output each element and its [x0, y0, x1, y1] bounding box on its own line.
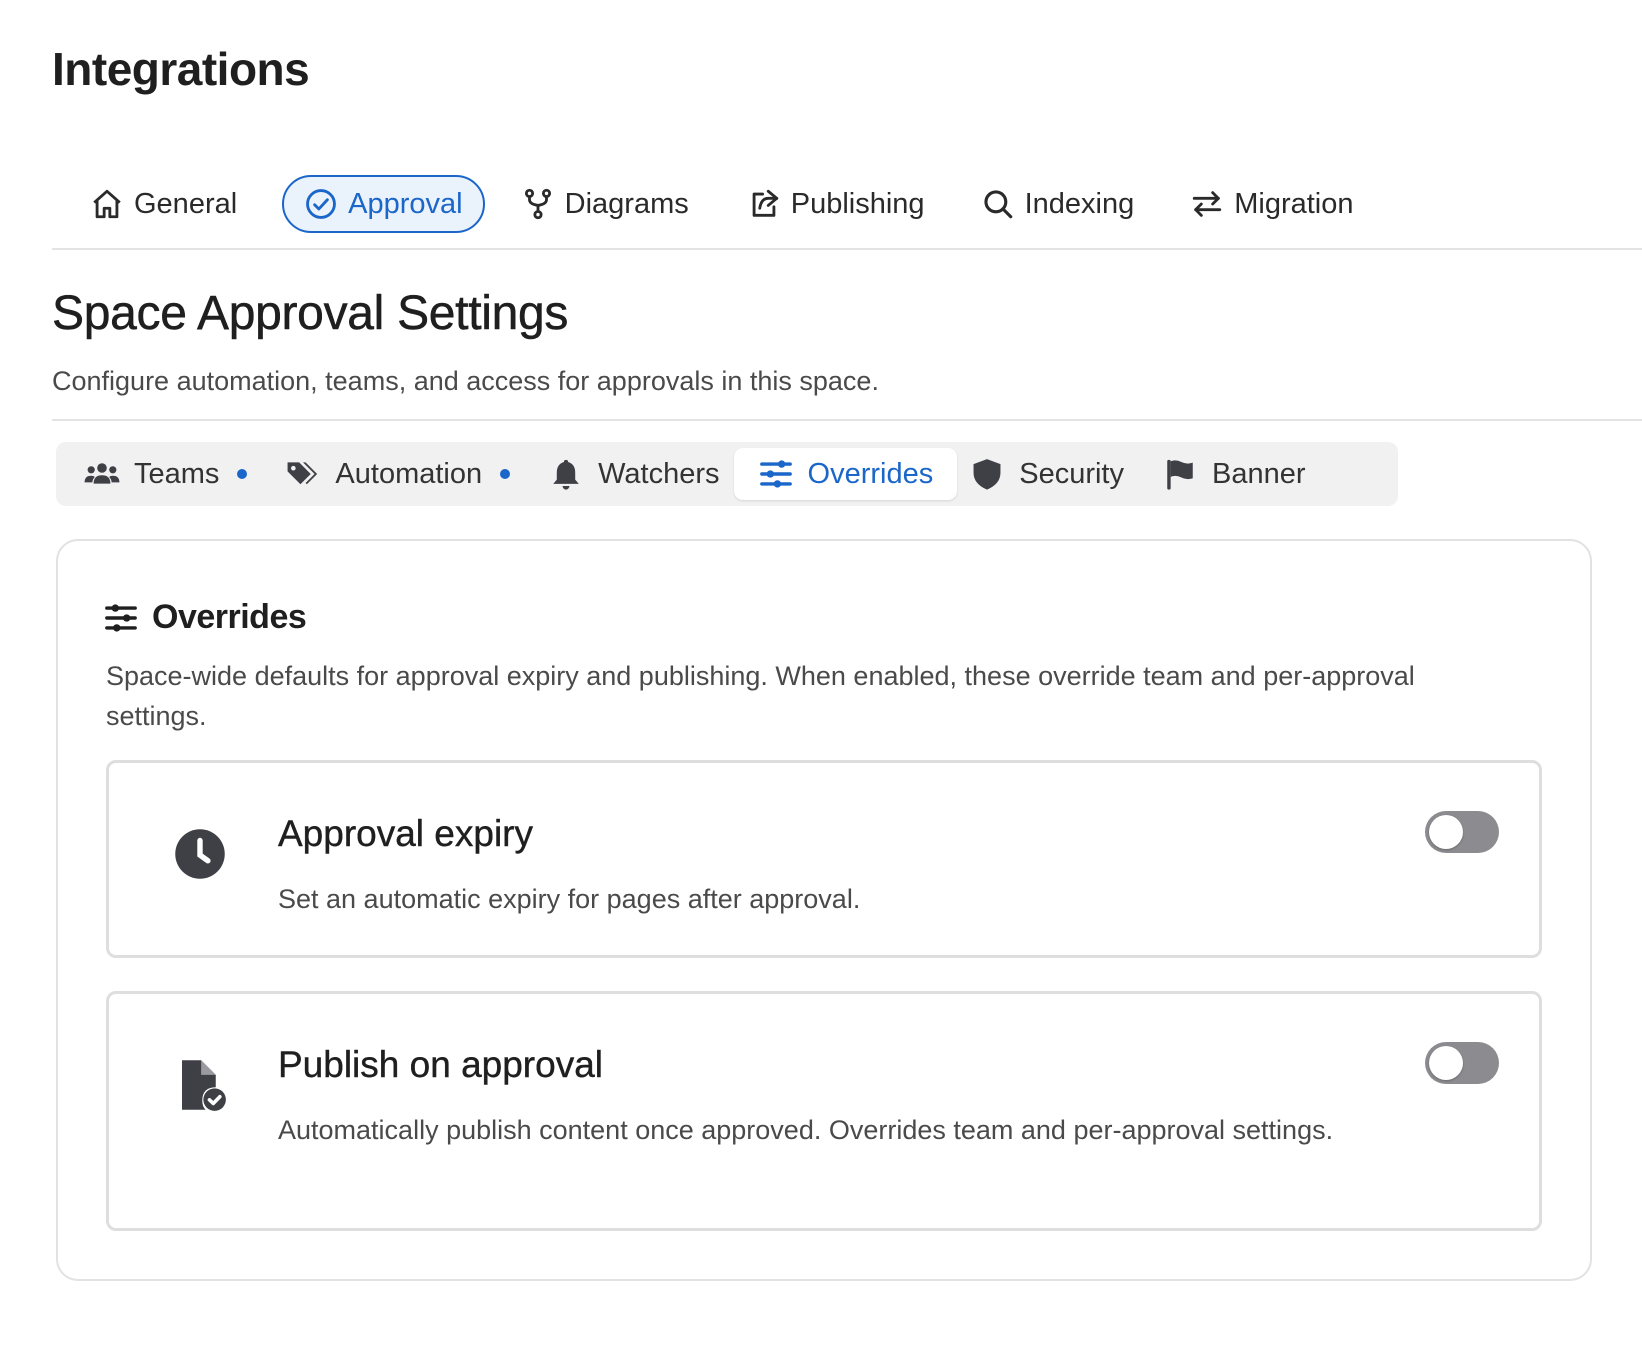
settings-tab-bar: Teams Automation Watchers Overrides Secu…: [56, 442, 1398, 506]
setting-description: Automatically publish content once appro…: [278, 1115, 1334, 1145]
subtab-security[interactable]: Security: [969, 448, 1124, 500]
branch-icon: [524, 188, 551, 220]
tab-general[interactable]: General: [52, 175, 257, 233]
subtab-label: Security: [1019, 457, 1124, 490]
bell-icon: [553, 459, 579, 490]
unsaved-indicator-dot: [500, 469, 511, 479]
subtab-overrides[interactable]: Overrides: [733, 448, 958, 500]
share-icon: [752, 189, 778, 217]
section-title: Space Approval Settings: [52, 287, 569, 341]
subtab-label: Banner: [1212, 457, 1306, 490]
approval-expiry-toggle[interactable]: [1425, 811, 1499, 853]
search-icon: [983, 190, 1012, 219]
swap-arrows-icon: [1193, 191, 1222, 217]
tags-icon: [287, 462, 318, 485]
tab-label: Diagrams: [564, 187, 689, 220]
subtab-label: Watchers: [598, 457, 720, 490]
subtab-watchers[interactable]: Watchers: [548, 448, 720, 500]
subtab-label: Teams: [134, 457, 220, 490]
flag-icon: [1167, 459, 1193, 490]
divider: [52, 248, 1642, 250]
setting-approval-expiry: Approval expiry Set an automatic expiry …: [106, 760, 1542, 958]
sliders-icon: [105, 603, 137, 632]
clock-icon: [175, 829, 225, 879]
shield-icon: [973, 459, 1001, 490]
page-title: Integrations: [52, 43, 310, 95]
setting-title: Publish on approval: [278, 1044, 603, 1085]
home-icon: [93, 189, 121, 219]
overrides-title: Overrides: [104, 598, 307, 637]
top-tab-bar: General Approval Diagrams Publishing Ind…: [52, 172, 1374, 236]
tab-diagrams[interactable]: Diagrams: [485, 175, 709, 233]
tab-label: Migration: [1234, 187, 1354, 220]
tab-label: Approval: [348, 187, 463, 220]
sliders-icon: [759, 460, 792, 488]
divider: [52, 419, 1642, 421]
setting-publish-on-approval: Publish on approval Automatically publis…: [106, 991, 1542, 1231]
tab-migration[interactable]: Migration: [1154, 175, 1373, 233]
subtab-label: Automation: [335, 457, 483, 490]
tab-approval[interactable]: Approval: [282, 175, 485, 233]
file-check-icon: [182, 1060, 226, 1111]
overrides-title-label: Overrides: [152, 598, 307, 636]
tab-indexing[interactable]: Indexing: [945, 175, 1155, 233]
setting-description: Set an automatic expiry for pages after …: [278, 884, 861, 914]
subtab-label: Overrides: [807, 457, 934, 490]
section-subtitle: Configure automation, teams, and access …: [52, 366, 879, 396]
subtab-banner[interactable]: Banner: [1162, 448, 1306, 500]
unsaved-indicator-dot: [237, 469, 248, 479]
tab-label: Publishing: [790, 187, 925, 220]
tab-publishing[interactable]: Publishing: [709, 175, 945, 233]
overrides-description: Space-wide defaults for approval expiry …: [106, 661, 1415, 731]
check-circle-icon: [306, 189, 337, 219]
subtab-automation[interactable]: Automation: [285, 448, 511, 500]
tab-label: General: [134, 187, 238, 220]
tab-label: Indexing: [1024, 187, 1135, 220]
toggle-knob: [1429, 1046, 1463, 1080]
subtab-teams[interactable]: Teams: [84, 448, 248, 500]
setting-title: Approval expiry: [278, 813, 534, 854]
toggle-knob: [1429, 815, 1463, 849]
users-icon: [84, 463, 120, 484]
publish-on-approval-toggle[interactable]: [1425, 1042, 1499, 1084]
